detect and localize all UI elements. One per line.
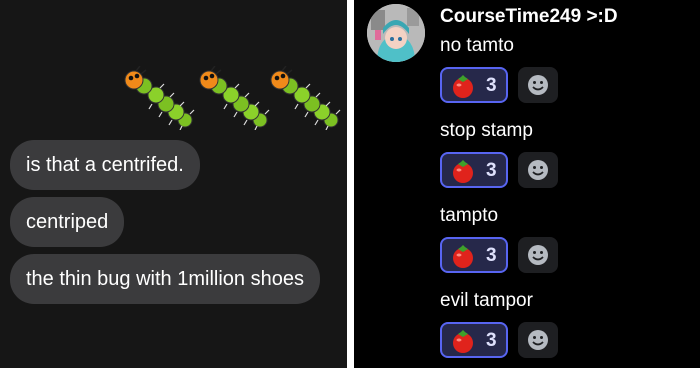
tomato-icon <box>453 160 473 183</box>
right-chat-panel: CourseTime249 >:D no tamto 3 stop stamp … <box>354 0 700 368</box>
reaction-tomato[interactable]: 3 <box>440 67 508 103</box>
reaction-count: 3 <box>486 330 497 351</box>
message-bubble[interactable]: centriped <box>10 197 125 247</box>
tomato-icon <box>453 245 473 268</box>
message-text: stop stamp <box>440 120 533 141</box>
tomato-icon <box>453 75 473 98</box>
reaction-tomato[interactable]: 3 <box>440 322 508 358</box>
username[interactable]: CourseTime249 >:D <box>440 6 618 28</box>
add-reaction-button[interactable] <box>518 322 558 358</box>
reaction-tomato[interactable]: 3 <box>440 152 508 188</box>
add-reaction-button[interactable] <box>518 67 558 103</box>
reaction-tomato[interactable]: 3 <box>440 237 508 273</box>
centipede-emoji <box>268 66 342 130</box>
tomato-icon <box>453 330 473 353</box>
message-bubble[interactable]: the thin bug with 1million shoes <box>10 254 320 304</box>
message-text: tampto <box>440 205 499 226</box>
reaction-count: 3 <box>486 75 497 96</box>
smiley-icon <box>528 245 548 265</box>
left-chat-panel: is that a centrifed. centriped the thin … <box>0 0 347 368</box>
reaction-count: 3 <box>486 160 497 181</box>
message-text: no tamto <box>440 35 514 56</box>
centipede-emoji <box>197 66 271 130</box>
message-bubble[interactable]: is that a centrifed. <box>10 140 200 190</box>
message-text: evil tampor <box>440 290 533 311</box>
reaction-count: 3 <box>486 245 497 266</box>
add-reaction-button[interactable] <box>518 152 558 188</box>
smiley-icon <box>528 75 548 95</box>
avatar[interactable] <box>367 4 425 62</box>
smiley-icon <box>528 330 548 350</box>
add-reaction-button[interactable] <box>518 237 558 273</box>
smiley-icon <box>528 160 548 180</box>
centipede-emoji <box>122 66 196 130</box>
